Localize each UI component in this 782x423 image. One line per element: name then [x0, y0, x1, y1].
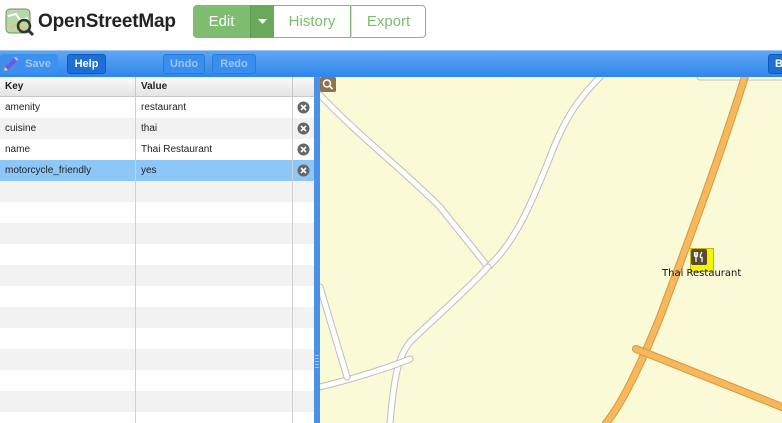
empty-tag-row[interactable] [0, 370, 314, 391]
empty-tag-row[interactable] [0, 328, 314, 349]
empty-tag-row[interactable] [0, 244, 314, 265]
edit-button[interactable]: Edit [193, 5, 250, 38]
poi-label: Thai Restaurant [662, 268, 742, 279]
tag-key-cell[interactable]: amenity [0, 97, 136, 118]
openstreetmap-logo-icon[interactable] [4, 6, 34, 36]
zoom-search-icon[interactable] [320, 77, 336, 92]
tag-key-cell[interactable] [0, 223, 136, 244]
primary-road [633, 346, 782, 410]
fork-knife-icon [691, 249, 707, 265]
export-button[interactable]: Export [351, 5, 426, 38]
history-button[interactable]: History [274, 5, 351, 38]
tag-key-cell[interactable] [0, 244, 136, 265]
empty-tag-row[interactable] [0, 223, 314, 244]
tag-value-cell[interactable]: restaurant [136, 97, 293, 118]
resize-grip-icon[interactable] [315, 355, 319, 369]
close-circle-icon [297, 143, 310, 156]
key-column-header[interactable]: Key [0, 77, 136, 97]
tag-value-cell[interactable] [136, 181, 293, 202]
tag-key-cell[interactable] [0, 391, 136, 412]
tag-value-cell[interactable] [136, 223, 293, 244]
site-title[interactable]: OpenStreetMap [38, 11, 176, 33]
tag-value-cell[interactable] [136, 349, 293, 370]
tag-value-cell[interactable] [136, 391, 293, 412]
delete-tag-button[interactable] [293, 97, 314, 118]
road-segment [485, 77, 603, 270]
tag-key-cell[interactable]: cuisine [0, 118, 136, 139]
empty-tag-row[interactable] [0, 412, 314, 423]
tag-key-cell[interactable] [0, 328, 136, 349]
empty-tag-row[interactable] [0, 265, 314, 286]
close-circle-icon [297, 101, 310, 114]
tag-value-cell[interactable] [136, 370, 293, 391]
empty-tag-row[interactable] [0, 349, 314, 370]
delete-tag-button[interactable] [293, 118, 314, 139]
road-segment [320, 284, 350, 380]
tag-key-cell[interactable] [0, 202, 136, 223]
empty-tag-row[interactable] [0, 307, 314, 328]
close-circle-icon [297, 164, 310, 177]
site-header: OpenStreetMap Edit History Export [0, 0, 782, 50]
tag-row-selected[interactable]: motorcycle_friendly yes [0, 160, 314, 181]
tag-value-cell[interactable]: Thai Restaurant [136, 139, 293, 160]
tag-row[interactable]: amenity restaurant [0, 97, 314, 118]
redo-button[interactable]: Redo [212, 54, 256, 74]
save-button[interactable]: Save [0, 54, 58, 74]
tag-value-cell[interactable] [136, 412, 293, 423]
tag-key-cell[interactable] [0, 370, 136, 391]
tag-value-cell[interactable] [136, 307, 293, 328]
caret-down-icon [258, 18, 267, 24]
road-segment [320, 92, 491, 270]
tag-row[interactable]: name Thai Restaurant [0, 139, 314, 160]
tag-key-cell[interactable]: motorcycle_friendly [0, 160, 136, 181]
tag-value-cell[interactable] [136, 202, 293, 223]
tag-table-header: Key Value [0, 77, 314, 97]
edit-dropdown-button[interactable] [250, 5, 274, 38]
map-canvas[interactable]: Thai Restaurant [320, 77, 782, 423]
tag-key-cell[interactable] [0, 307, 136, 328]
tag-key-cell[interactable] [0, 181, 136, 202]
tag-value-cell[interactable] [136, 244, 293, 265]
editor-toolbar: Save Help Undo Redo B [0, 50, 782, 77]
tag-key-cell[interactable] [0, 265, 136, 286]
tag-value-cell[interactable]: thai [136, 118, 293, 139]
road-segment [386, 263, 492, 423]
tag-value-cell[interactable] [136, 286, 293, 307]
empty-tag-row[interactable] [0, 202, 314, 223]
save-label: Save [25, 58, 51, 70]
delete-tag-button[interactable] [293, 139, 314, 160]
empty-tag-row[interactable] [0, 286, 314, 307]
undo-button[interactable]: Undo [163, 54, 205, 74]
tag-key-cell[interactable] [0, 349, 136, 370]
tag-key-cell[interactable] [0, 286, 136, 307]
delete-tag-button[interactable] [293, 160, 314, 181]
pencil-icon [4, 56, 19, 71]
tag-key-cell[interactable]: name [0, 139, 136, 160]
empty-tag-row[interactable] [0, 181, 314, 202]
tag-editor-panel: Key Value amenity restaurant cuisine tha… [0, 77, 314, 423]
tag-key-cell[interactable] [0, 412, 136, 423]
primary-road [603, 77, 749, 423]
close-circle-icon [297, 122, 310, 135]
edit-history-export-group: Edit History Export [193, 5, 426, 38]
value-column-header[interactable]: Value [136, 77, 293, 97]
tag-row[interactable]: cuisine thai [0, 118, 314, 139]
tag-value-cell[interactable]: yes [136, 160, 293, 181]
tag-value-cell[interactable] [136, 265, 293, 286]
tag-table-body: amenity restaurant cuisine thai name Tha… [0, 97, 314, 423]
empty-tag-row[interactable] [0, 391, 314, 412]
toolbar-right-button[interactable]: B [768, 54, 782, 74]
tag-value-cell[interactable] [136, 328, 293, 349]
help-button[interactable]: Help [67, 54, 106, 74]
